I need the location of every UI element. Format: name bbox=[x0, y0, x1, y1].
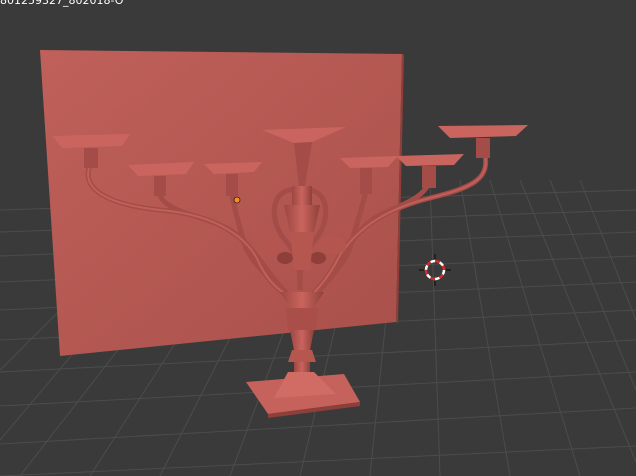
backboard-mesh[interactable] bbox=[40, 50, 402, 356]
object-name-label: 801259327_802018-O bbox=[0, 0, 124, 7]
3d-viewport[interactable]: 801259327_802018-O bbox=[0, 0, 636, 476]
viewport-canvas[interactable] bbox=[0, 0, 636, 476]
3d-cursor-icon[interactable] bbox=[419, 254, 451, 286]
origin-dot[interactable] bbox=[233, 196, 241, 204]
